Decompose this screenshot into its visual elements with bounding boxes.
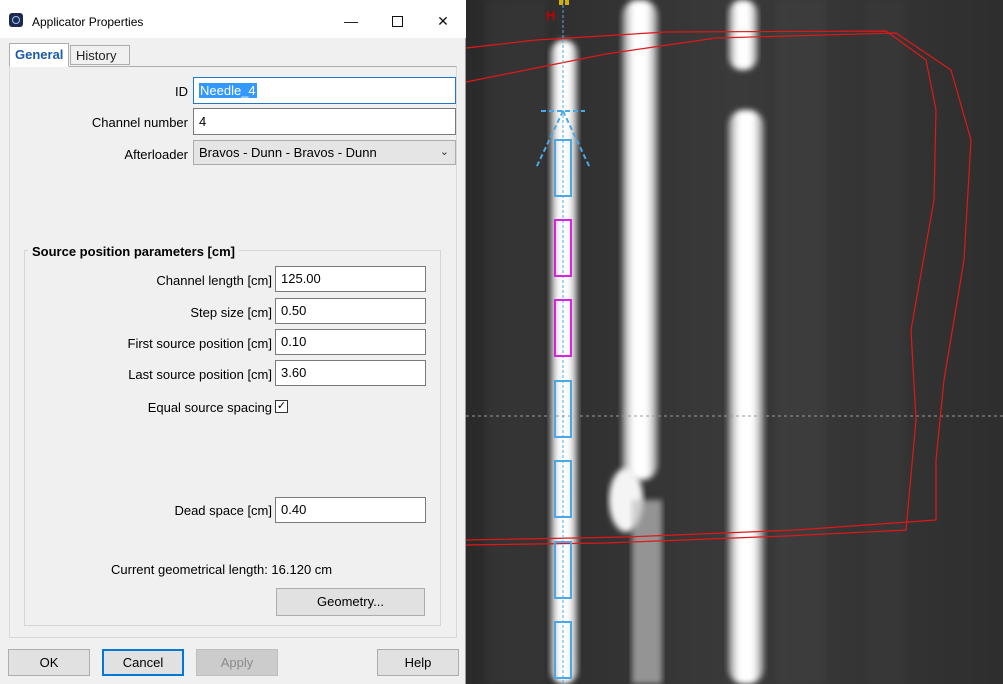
close-button[interactable]: ✕ xyxy=(420,6,466,36)
last-source-position-label: Last source position [cm] xyxy=(128,367,272,382)
title-bar[interactable]: Applicator Properties — ✕ xyxy=(0,0,466,38)
id-input[interactable]: Needle_4 xyxy=(193,77,456,104)
orientation-marker: H xyxy=(546,8,555,23)
step-size-input[interactable]: 0.50 xyxy=(275,298,426,324)
maximize-button[interactable] xyxy=(374,6,420,36)
id-value: Needle_4 xyxy=(199,83,257,98)
chevron-down-icon: ⌄ xyxy=(439,146,449,158)
cancel-button[interactable]: Cancel xyxy=(102,649,184,676)
channel-length-label: Channel length [cm] xyxy=(156,273,272,288)
first-source-position-label: First source position [cm] xyxy=(127,336,273,351)
geometry-button[interactable]: Geometry... xyxy=(276,588,425,616)
afterloader-label: Afterloader xyxy=(124,147,188,162)
help-button[interactable]: Help xyxy=(377,649,459,676)
equal-source-spacing-label: Equal source spacing xyxy=(147,400,272,415)
dialog-title: Applicator Properties xyxy=(32,15,144,29)
id-label: ID xyxy=(175,84,188,99)
ok-button[interactable]: OK xyxy=(8,649,90,676)
step-size-label: Step size [cm] xyxy=(190,305,272,320)
dead-space-label: Dead space [cm] xyxy=(174,503,272,518)
tab-general[interactable]: General xyxy=(9,43,69,67)
minimize-button[interactable]: — xyxy=(328,6,374,36)
afterloader-select[interactable]: Bravos - Dunn - Bravos - Dunn ⌄ xyxy=(193,140,456,165)
channel-length-input[interactable]: 125.00 xyxy=(275,266,426,292)
apply-button[interactable]: Apply xyxy=(196,649,278,676)
dead-space-input[interactable]: 0.40 xyxy=(275,497,426,523)
channel-number-input[interactable]: 4 xyxy=(193,108,456,135)
maximize-icon xyxy=(391,15,403,27)
source-position-group-title: Source position parameters [cm] xyxy=(28,244,239,259)
first-source-position-input[interactable]: 0.10 xyxy=(275,329,426,355)
equal-source-spacing-checkbox[interactable]: ✓ xyxy=(275,400,288,413)
afterloader-value: Bravos - Dunn - Bravos - Dunn xyxy=(199,145,377,160)
tab-history[interactable]: History xyxy=(70,45,130,65)
last-source-position-input[interactable]: 3.60 xyxy=(275,360,426,386)
image-viewport[interactable]: H xyxy=(466,0,1003,684)
app-icon xyxy=(9,13,23,27)
channel-number-label: Channel number xyxy=(91,115,188,130)
ct-image[interactable]: H xyxy=(466,0,1003,684)
applicator-properties-dialog: Applicator Properties — ✕ General Histor… xyxy=(0,0,466,684)
current-geometrical-length: Current geometrical length: 16.120 cm xyxy=(111,562,333,577)
